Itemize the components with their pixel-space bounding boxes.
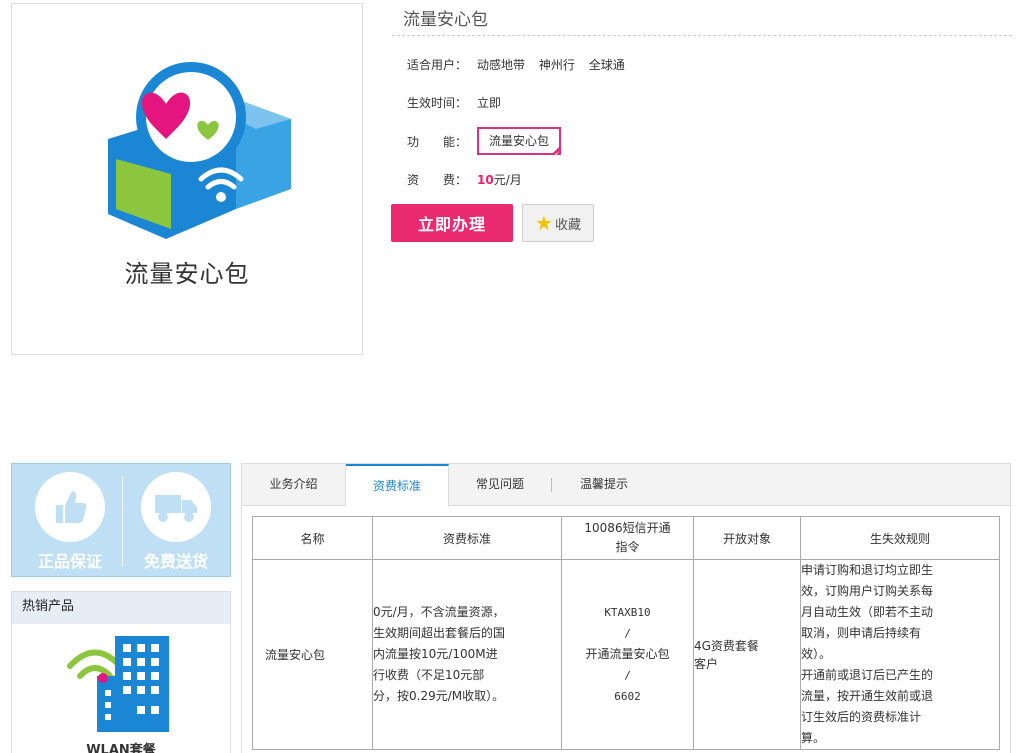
header-standard: 资费标准 [372, 516, 562, 560]
thumbs-up-icon [35, 472, 105, 542]
command-line-1: KTAXB10 [604, 606, 651, 619]
cell-target: 4G资费套餐客户 [693, 559, 801, 750]
fee-number: 10 [477, 173, 494, 187]
header-rule: 生失效规则 [800, 516, 1000, 560]
tab-faq[interactable]: 常见问题 [449, 464, 551, 506]
detail-tabs: 业务介绍 资费标准 常见问题 温馨提示 名称 资费标准 10086短信开通指令 … [241, 463, 1011, 753]
star-icon: ★ [535, 211, 553, 235]
user-type-2: 神州行 [538, 58, 575, 72]
attr-effective-label: 生效时间： [407, 96, 468, 110]
command-line-2: / [624, 627, 631, 640]
hot-product-label[interactable]: WLAN套餐 [12, 739, 230, 753]
wlan-building-icon[interactable] [67, 634, 177, 734]
table-row: 流量安心包 0元/月，不含流量资源，生效期间超出套餐后的国内流量按10元/100… [252, 559, 1000, 750]
hot-products-panel: 热销产品 WLAN套餐 [11, 591, 231, 753]
attr-users-label: 适合用户： [407, 58, 468, 72]
product-info: 流量安心包 适合用户： 动感地带 神州行 全球通 生效时间： 立即 功 能： 流… [392, 0, 1012, 187]
tab-divider [551, 478, 552, 492]
tab-tips[interactable]: 温馨提示 [554, 464, 654, 506]
promise-shipping: 免费送货 [126, 472, 226, 572]
fee-table: 名称 资费标准 10086短信开通指令 开放对象 生失效规则 流量安心包 0元/… [252, 516, 1000, 750]
product-image-caption: 流量安心包 [124, 260, 250, 288]
promise-shipping-label: 免费送货 [143, 552, 208, 571]
promise-genuine: 正品保证 [20, 472, 120, 572]
tab-fee-standard[interactable]: 资费标准 [346, 464, 449, 507]
attr-fee-label: 资 费： [407, 173, 468, 187]
attr-function: 功 能： 流量安心包 [407, 127, 562, 163]
truck-icon [141, 472, 211, 542]
favorite-label: 收藏 [554, 217, 581, 233]
attr-users-values: 动感地带 神州行 全球通 [477, 56, 635, 73]
function-option-label: 流量安心包 [489, 134, 550, 148]
flow-package-icon [108, 62, 291, 239]
header-name: 名称 [252, 516, 373, 560]
tab-intro[interactable]: 业务介绍 [242, 464, 346, 506]
header-target: 开放对象 [693, 516, 801, 560]
service-promise-banner: 正品保证 免费送货 [11, 463, 231, 577]
promise-divider [122, 476, 123, 566]
command-line-3: 开通流量安心包 [585, 647, 670, 661]
check-corner-icon [551, 145, 562, 163]
command-line-5: 6602 [614, 690, 641, 703]
tab-bar: 业务介绍 资费标准 常见问题 温馨提示 [242, 464, 1010, 507]
promise-genuine-label: 正品保证 [37, 552, 102, 571]
cell-command: KTAXB10 / 开通流量安心包 / 6602 [561, 559, 694, 750]
cell-standard-text: 0元/月，不含流量资源，生效期间超出套餐后的国内流量按10元/100M进行收费（… [373, 605, 506, 703]
header-command: 10086短信开通指令 [561, 516, 694, 560]
rule-text-2: 开通前或退订后已产生的流量，按开通生效前或退订生效后的资费标准计算。 [801, 668, 934, 745]
function-option-selected[interactable]: 流量安心包 [477, 127, 562, 163]
attr-users: 适合用户： 动感地带 神州行 全球通 [407, 56, 635, 73]
cell-target-text: 4G资费套餐客户 [694, 638, 759, 671]
cell-name: 流量安心包 [252, 559, 373, 750]
rule-text-1: 申请订购和退订均立即生效，订购用户订购关系每月自动生效（即若不主动取消，则申请后… [801, 563, 934, 661]
user-type-3: 全球通 [588, 58, 625, 72]
fee-unit: 元/月 [493, 173, 522, 187]
product-image: 流量安心包 [11, 3, 363, 355]
header-command-text: 10086短信开通指令 [584, 521, 671, 554]
product-title: 流量安心包 [392, 0, 1012, 36]
cell-rule: 申请订购和退订均立即生效，订购用户订购关系每月自动生效（即若不主动取消，则申请后… [800, 559, 1000, 750]
fee-table-header: 名称 资费标准 10086短信开通指令 开放对象 生失效规则 [252, 516, 1000, 560]
attr-effective-value: 立即 [477, 96, 502, 110]
attr-effective: 生效时间： 立即 [407, 94, 501, 111]
command-line-4: / [624, 669, 631, 682]
attr-function-label: 功 能： [407, 134, 468, 149]
user-type-1: 动感地带 [477, 58, 526, 72]
cell-standard: 0元/月，不含流量资源，生效期间超出套餐后的国内流量按10元/100M进行收费（… [372, 559, 562, 750]
favorite-button[interactable]: ★ 收藏 [522, 204, 594, 242]
attr-fee-value: 10元/月 [477, 171, 522, 188]
buy-now-button[interactable]: 立即办理 [391, 204, 513, 242]
attr-fee: 资 费： 10元/月 [407, 171, 522, 188]
hot-products-title: 热销产品 [12, 592, 230, 624]
